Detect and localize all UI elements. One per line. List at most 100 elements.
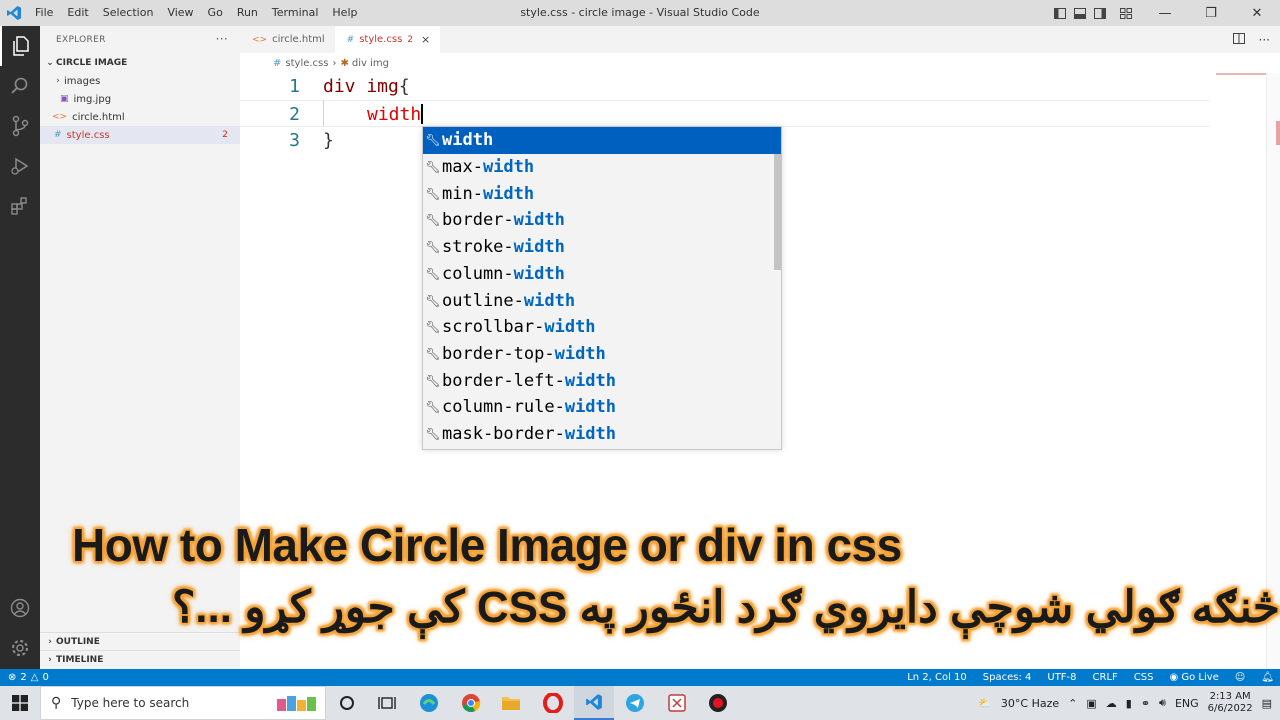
menu-selection[interactable]: Selection: [96, 0, 161, 26]
tree-item-images[interactable]: › images: [40, 72, 240, 90]
wrench-icon: 🔧︎: [425, 186, 441, 201]
chevron-right-icon: ›: [332, 57, 337, 69]
css-file-icon: #: [273, 57, 282, 69]
search-icon[interactable]: [0, 66, 40, 106]
notification-center-icon[interactable]: ▤: [1262, 697, 1272, 710]
more-actions-icon[interactable]: ···: [1259, 33, 1270, 47]
indentation[interactable]: Spaces: 4: [983, 672, 1032, 683]
run-debug-icon[interactable]: [0, 146, 40, 186]
vscode-taskbar-icon[interactable]: [574, 686, 614, 720]
task-view-icon[interactable]: [367, 686, 407, 720]
search-highlight-icon: [275, 693, 319, 718]
toggle-secondary-sidebar-icon[interactable]: [1090, 0, 1110, 26]
search-icon: ⚲: [51, 695, 62, 711]
breadcrumb-symbol[interactable]: div img: [352, 58, 389, 69]
suggestion-item[interactable]: 🔧︎ column-rule-width: [423, 394, 781, 421]
suggestion-item[interactable]: 🔧︎ scrollbar-width: [423, 314, 781, 341]
clock[interactable]: 2:13 AM 6/6/2022: [1208, 691, 1253, 715]
file-explorer-icon[interactable]: [491, 686, 531, 720]
suggestion-item[interactable]: 🔧︎ outline-width: [423, 287, 781, 314]
tab-style-css[interactable]: # style.css 2 ×: [334, 26, 441, 53]
minimize-button[interactable]: —: [1142, 0, 1188, 26]
tray-chevron-icon[interactable]: ⌃: [1068, 697, 1077, 710]
suggestion-item[interactable]: 🔧︎ mask-border-width: [423, 421, 781, 448]
menu-help[interactable]: Help: [325, 0, 364, 26]
line-content: width: [367, 101, 424, 128]
meet-icon[interactable]: ▣: [1086, 697, 1096, 710]
opera-browser-icon[interactable]: [533, 686, 573, 720]
cortana-icon[interactable]: [327, 686, 367, 720]
notifications-icon[interactable]: 🔔︎: [1261, 672, 1274, 683]
wrench-icon: 🔧︎: [425, 400, 441, 415]
folder-header[interactable]: ⌄ CIRCLE IMAGE: [40, 54, 240, 72]
network-icon[interactable]: ⚭: [1141, 697, 1150, 710]
menu-go[interactable]: Go: [201, 0, 230, 26]
weather-icon[interactable]: ⛅: [978, 697, 992, 710]
editor-scrollbar[interactable]: [1266, 73, 1280, 669]
end-of-line[interactable]: CRLF: [1093, 672, 1118, 683]
encoding[interactable]: UTF-8: [1047, 672, 1076, 683]
weather-text[interactable]: 30°C Haze: [1001, 697, 1059, 710]
code-line: 1 div img{: [240, 73, 1210, 100]
language-mode[interactable]: CSS: [1134, 672, 1154, 683]
problems-indicator[interactable]: ⊗ 2 △ 0: [8, 672, 49, 683]
menu-edit[interactable]: Edit: [60, 0, 95, 26]
outline-section[interactable]: › OUTLINE: [40, 632, 240, 650]
tree-item-img-jpg[interactable]: ▣ img.jpg: [40, 90, 240, 108]
suggestion-item[interactable]: 🔧︎ border-top-width: [423, 341, 781, 368]
extensions-icon[interactable]: [0, 186, 40, 226]
onedrive-icon[interactable]: ☁: [1106, 697, 1117, 710]
chrome-browser-icon[interactable]: [451, 686, 491, 720]
split-editor-icon[interactable]: [1232, 32, 1245, 47]
timeline-section[interactable]: › TIMELINE: [40, 650, 240, 668]
menu-file[interactable]: File: [28, 0, 60, 26]
wrench-icon: 🔧︎: [425, 266, 441, 281]
screen-recorder-icon[interactable]: [698, 686, 738, 720]
breadcrumb-file[interactable]: style.css: [285, 58, 328, 69]
close-icon[interactable]: ×: [421, 33, 430, 46]
suggestion-item[interactable]: 🔧︎ width: [423, 127, 781, 154]
suggestions-scrollbar[interactable]: [774, 154, 781, 270]
taskbar-search-input[interactable]: ⚲ Type here to search: [40, 686, 326, 720]
suggestion-item[interactable]: 🔧︎ border-width: [423, 207, 781, 234]
wrench-icon: 🔧︎: [425, 427, 441, 442]
menu-view[interactable]: View: [160, 0, 200, 26]
css-file-icon: #: [346, 34, 355, 45]
accounts-icon[interactable]: [0, 588, 40, 628]
close-window-button[interactable]: ✕: [1234, 0, 1280, 26]
app-icon[interactable]: [657, 686, 697, 720]
feedback-icon[interactable]: ☺: [1235, 672, 1245, 683]
error-icon: ⊗: [8, 672, 17, 683]
more-actions-icon[interactable]: ···: [216, 32, 228, 46]
customize-layout-icon[interactable]: [1110, 0, 1142, 26]
tree-item-style-css[interactable]: # style.css 2: [40, 126, 240, 144]
vscode-logo-icon[interactable]: [0, 0, 28, 26]
explorer-icon[interactable]: [0, 26, 40, 66]
windows-start-icon[interactable]: [0, 686, 40, 720]
editor-actions: ···: [1232, 26, 1270, 53]
suggestion-item[interactable]: 🔧︎ stroke-width: [423, 234, 781, 261]
telegram-icon[interactable]: [615, 686, 655, 720]
toggle-sidebar-icon[interactable]: [1050, 0, 1070, 26]
source-control-icon[interactable]: [0, 106, 40, 146]
menu-run[interactable]: Run: [230, 0, 265, 26]
menu-terminal[interactable]: Terminal: [265, 0, 326, 26]
volume-icon[interactable]: 🔊︎: [1159, 696, 1166, 710]
minimap[interactable]: [1216, 73, 1266, 75]
language-indicator[interactable]: ENG: [1175, 697, 1199, 710]
toggle-panel-icon[interactable]: [1070, 0, 1090, 26]
settings-gear-icon[interactable]: [0, 628, 40, 668]
battery-icon[interactable]: ▮: [1126, 697, 1132, 710]
css-selector: div img: [323, 76, 399, 97]
tab-circle-html[interactable]: <> circle.html: [240, 26, 335, 53]
suggestion-item[interactable]: 🔧︎ max-width: [423, 154, 781, 181]
suggestion-item[interactable]: 🔧︎ border-left-width: [423, 367, 781, 394]
tree-item-circle-html[interactable]: <> circle.html: [40, 108, 240, 126]
cursor-position[interactable]: Ln 2, Col 10: [907, 672, 967, 683]
edge-browser-icon[interactable]: [409, 686, 449, 720]
suggestion-item[interactable]: 🔧︎ min-width: [423, 180, 781, 207]
go-live-button[interactable]: ◉ Go Live: [1169, 672, 1218, 683]
suggestion-item[interactable]: 🔧︎ column-width: [423, 261, 781, 288]
maximize-button[interactable]: ❐: [1188, 0, 1234, 26]
status-right: Ln 2, Col 10 Spaces: 4 UTF-8 CRLF CSS ◉ …: [907, 672, 1274, 683]
